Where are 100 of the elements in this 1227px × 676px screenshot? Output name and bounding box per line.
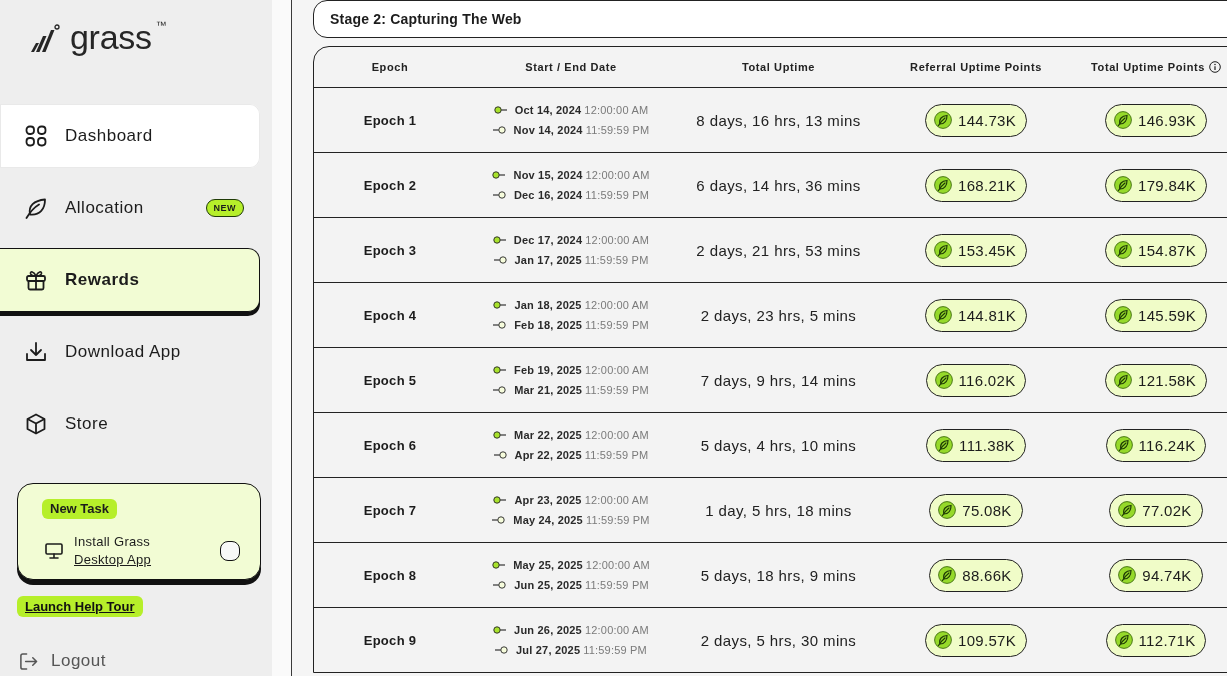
end-marker-icon [493,581,507,589]
column-header: Total Uptime [742,61,815,73]
uptime-text: 1 day, 5 hrs, 18 mins [705,501,852,519]
leaf-coin-icon [934,176,952,194]
help-tour-link[interactable]: Launch Help Tour [17,596,143,617]
start-marker-icon [493,431,507,439]
leaf-coin-icon [1114,241,1132,259]
logo-text: grass [70,20,152,54]
leaf-coin-icon [934,111,952,129]
date-text: Jan 17, 2025 [514,253,582,267]
leaf-coin-icon [934,631,952,649]
time-text: 11:59:59 PM [585,578,649,592]
points-value: 94.74K [1142,566,1192,584]
grid-icon [25,125,47,147]
points-value: 75.08K [962,501,1012,519]
task-tag: New Task [42,499,117,519]
column-header: Start / End Date [525,61,617,73]
points-value: 168.21K [958,176,1016,194]
date-text: Nov 15, 2024 [513,168,583,182]
time-text: 11:59:59 PM [585,318,649,332]
info-icon[interactable] [1208,61,1221,73]
column-header: Total Uptime Points [1091,61,1205,73]
date-text: Apr 23, 2025 [514,493,582,507]
points-value: 153.45K [958,241,1016,259]
date-text: Jan 18, 2025 [514,298,582,312]
logout-button[interactable]: Logout [19,651,106,671]
points-value: 146.93K [1138,111,1196,129]
leaf-coin-icon [1114,306,1132,324]
logout-icon [19,651,38,671]
date-text: Dec 16, 2024 [513,188,583,202]
epoch-label: Epoch 4 [363,307,417,323]
epoch-label: Epoch 5 [363,372,417,388]
points-value: 144.81K [958,306,1016,324]
new-tag: NEW [205,199,244,217]
points-value: 154.87K [1138,241,1196,259]
start-marker-icon [493,301,507,309]
time-text: 12:00:00 AM [584,298,649,312]
leaf-coin-icon [938,566,957,584]
task-checkbox[interactable] [220,541,240,561]
date-text: Nov 14, 2024 [513,123,583,137]
leaf-coin-icon [1118,501,1137,519]
nav-item[interactable]: Store [0,392,260,456]
leaf-coin-icon [1114,176,1132,194]
date-text: Jun 26, 2025 [514,623,582,637]
end-marker-icon [493,386,507,394]
uptime-text: 2 days, 23 hrs, 5 mins [700,306,857,324]
leaf-coin-icon [1114,111,1132,129]
leaf-coin-icon [935,436,954,454]
points-value: 109.57K [958,631,1016,649]
column-header: Referral Uptime Points [910,61,1042,73]
points-value: 179.84K [1138,176,1196,194]
time-text: 12:00:00 AM [584,363,649,377]
points-value: 145.59K [1138,306,1196,324]
start-marker-icon [493,366,507,374]
date-text: Oct 14, 2024 [514,103,582,117]
leaf-icon [25,197,47,219]
points-value: 88.66K [962,566,1012,584]
uptime-text: 2 days, 5 hrs, 30 mins [700,631,857,649]
time-text: 12:00:00 AM [584,623,649,637]
time-text: 12:00:00 AM [585,233,650,247]
nav-item[interactable]: Download App [0,320,260,384]
gift-icon [25,269,47,291]
end-marker-icon [493,451,507,459]
uptime-text: 2 days, 21 hrs, 53 mins [696,241,861,259]
epoch-label: Epoch 6 [363,437,417,453]
start-marker-icon [493,106,507,114]
start-marker-icon [492,171,506,179]
time-text: 11:59:59 PM [585,383,649,397]
column-header: Epoch [371,61,409,73]
stage-header: Stage 2: Capturing The Web [313,0,1227,38]
date-text: Apr 22, 2025 [514,448,582,462]
leaf-coin-icon [934,306,952,324]
nav-item[interactable]: Allocation NEW [0,176,260,240]
time-text: 11:59:59 PM [583,643,647,657]
start-marker-icon [492,561,506,569]
date-text: May 24, 2025 [513,513,583,527]
time-text: 12:00:00 AM [585,168,650,182]
end-marker-icon [492,516,506,524]
points-value: 112.71K [1138,631,1196,649]
uptime-text: 5 days, 18 hrs, 9 mins [700,566,857,584]
time-text: 11:59:59 PM [584,253,649,267]
date-text: May 25, 2025 [513,558,583,572]
date-text: Jul 27, 2025 [516,643,581,657]
points-value: 116.02K [958,371,1016,389]
leaf-coin-icon [1118,566,1137,584]
uptime-text: 7 days, 9 hrs, 14 mins [700,371,857,389]
date-text: Jun 25, 2025 [514,578,583,592]
download-icon [25,341,47,363]
trademark-symbol: ™ [155,20,167,31]
nav-item[interactable]: Dashboard [0,104,260,168]
monitor-icon [45,543,63,559]
cube-icon [25,413,47,435]
end-marker-icon [492,191,506,199]
points-value: 121.58K [1138,371,1196,389]
time-text: 11:59:59 PM [585,123,650,137]
task-link[interactable]: Desktop App [74,551,151,569]
points-value: 111.38K [959,436,1015,454]
date-text: Mar 21, 2025 [514,383,583,397]
leaf-coin-icon [934,241,952,259]
time-text: 12:00:00 AM [584,103,649,117]
